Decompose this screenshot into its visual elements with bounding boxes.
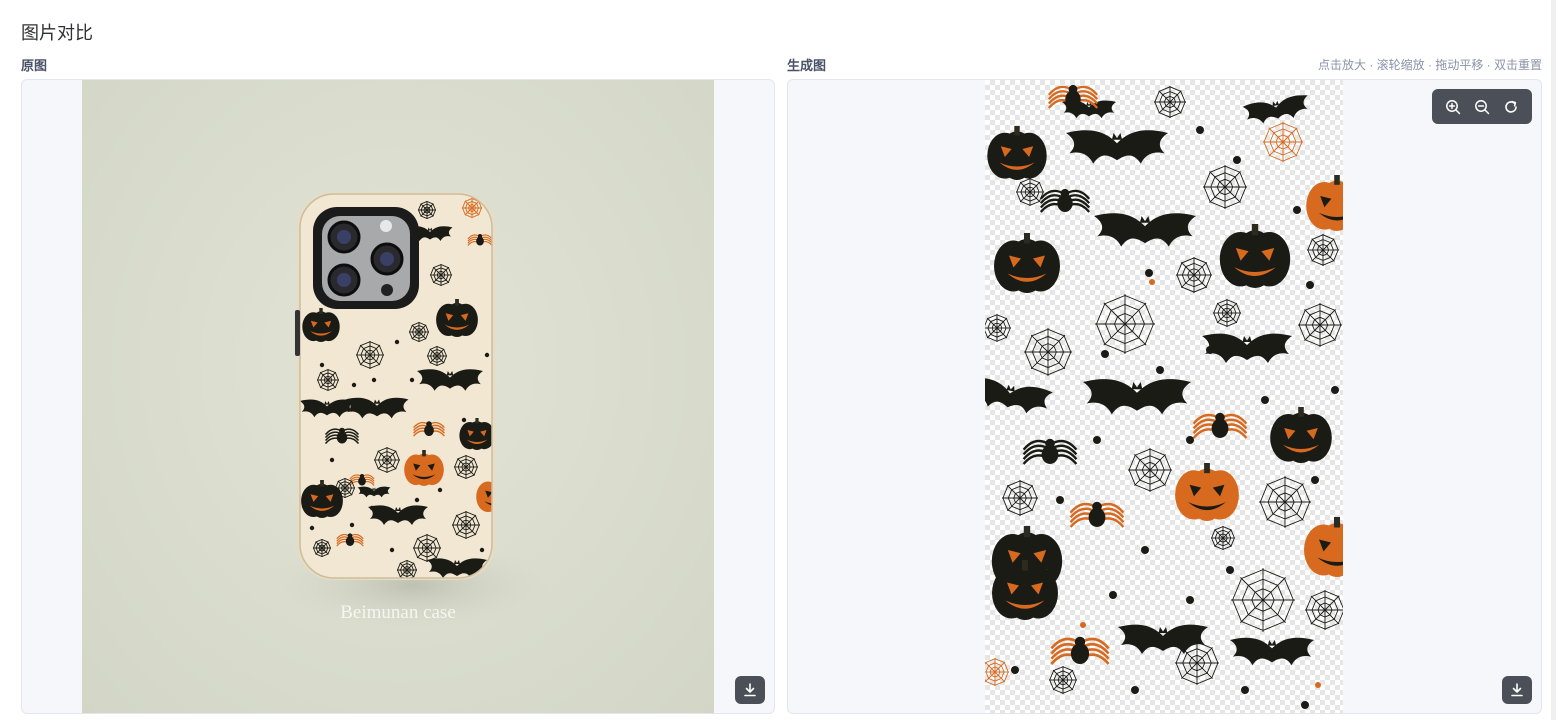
bat-motif (1066, 130, 1168, 164)
page-scrollbar[interactable] (1551, 0, 1556, 720)
zoom-in-button[interactable] (1441, 95, 1465, 119)
original-label: 原图 (21, 58, 48, 73)
zoom-in-icon (1445, 99, 1460, 114)
spiderweb-motif (1095, 294, 1155, 354)
spiderweb-motif (335, 478, 355, 498)
image-compare-page: 图片对比 原图 生成图 点击放大 · 滚轮缩放 · 拖动平移 · 双击重置 全 (0, 0, 1556, 720)
spiderweb-motif (1176, 257, 1212, 293)
spiderweb-motif (1211, 526, 1235, 550)
spiderweb-motif (1298, 303, 1342, 347)
spiderweb-motif (1024, 328, 1072, 376)
interaction-hint: 点击放大 · 滚轮缩放 · 拖动平移 · 双击重置 全 (1318, 56, 1556, 73)
spiderweb-motif (1154, 86, 1186, 118)
reset-button[interactable] (1499, 95, 1523, 119)
pumpkin-motif (1219, 224, 1291, 288)
original-image[interactable]: Beimunan case (82, 80, 714, 713)
hint-text: 点击放大 · 滚轮缩放 · 拖动平移 · 双击重置 (1318, 58, 1542, 72)
bat-motif (1083, 379, 1191, 415)
generated-panel[interactable] (787, 79, 1542, 714)
spiderweb-motif (454, 455, 478, 479)
generated-download-button[interactable] (1502, 676, 1532, 704)
generated-label: 生成图 (787, 58, 827, 73)
pumpkin-motif (1270, 407, 1332, 463)
bat-motif (1230, 637, 1314, 666)
generated-image[interactable] (985, 80, 1343, 713)
spiderweb-motif (409, 322, 429, 342)
halloween-pattern-image (985, 84, 1343, 709)
spiderweb-motif (1213, 299, 1241, 327)
spiderweb-motif (1002, 480, 1038, 516)
page-title: 图片对比 (21, 23, 93, 43)
original-download-button[interactable] (735, 676, 765, 704)
watermark-text: Beimunan case (340, 602, 456, 623)
pumpkin-motif (1304, 517, 1343, 577)
zoom-toolbar (1432, 89, 1532, 124)
spiderweb-motif (418, 201, 436, 219)
spider-motif (1192, 412, 1248, 439)
spiderweb-motif (985, 314, 1011, 342)
spiderweb-motif (430, 264, 452, 286)
spiderweb-motif (1263, 122, 1303, 162)
spiderweb-motif (356, 341, 384, 369)
spider-motif (1039, 188, 1091, 213)
spiderweb-motif (1305, 590, 1343, 630)
spiderweb-motif (374, 447, 400, 473)
download-icon (1511, 683, 1523, 697)
spiderweb-motif (1231, 568, 1295, 632)
spiderweb-motif (427, 346, 447, 366)
bat-motif (985, 377, 1053, 414)
bat-motif (1094, 213, 1196, 247)
spiderweb-motif (1049, 666, 1077, 694)
spiderweb-motif (1259, 476, 1311, 528)
pumpkin-motif (987, 126, 1047, 180)
spiderweb-motif (1175, 641, 1219, 685)
spiderweb-motif (1203, 165, 1247, 209)
zoom-out-button[interactable] (1470, 95, 1494, 119)
spiderweb-motif (1016, 178, 1044, 206)
spider-motif (1022, 438, 1078, 465)
spider-motif (1069, 501, 1125, 528)
spiderweb-motif (1128, 448, 1172, 492)
spider-motif (1050, 636, 1110, 665)
zoom-out-icon (1475, 99, 1490, 114)
download-icon (744, 683, 756, 697)
bat-motif (1242, 95, 1308, 124)
spiderweb-motif (452, 511, 480, 539)
pumpkin-motif (1175, 463, 1239, 521)
original-panel[interactable]: Beimunan case (21, 79, 775, 714)
spiderweb-motif (985, 658, 1009, 686)
spiderweb-motif (1307, 234, 1339, 266)
pumpkin-motif (994, 233, 1060, 293)
spiderweb-motif (313, 539, 331, 557)
spiderweb-motif (413, 534, 441, 562)
spiderweb-motif (397, 560, 417, 578)
reset-icon (1505, 100, 1518, 113)
pumpkin-motif (1306, 175, 1343, 231)
spiderweb-motif (317, 369, 339, 391)
bat-motif (1202, 333, 1292, 363)
